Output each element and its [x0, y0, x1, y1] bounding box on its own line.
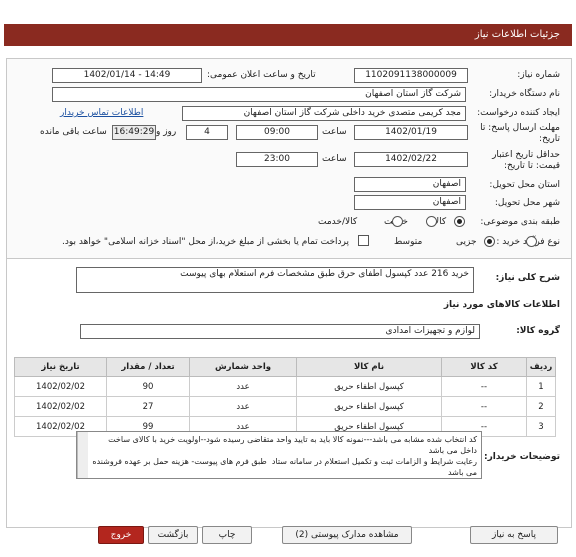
remaining-days-field: 4 [186, 125, 228, 140]
category-service-radio[interactable] [425, 216, 437, 227]
row-code: -- [441, 396, 527, 417]
need-summary-field: خرید 216 عدد کپسول اطفای حرق طبق مشخصات … [76, 267, 474, 293]
need-number-label: شماره نیاز: [517, 70, 560, 80]
treasury-payment-checkbox[interactable] [358, 235, 369, 246]
deadline-label: مهلت ارسال پاسخ: تا تاریخ: [480, 123, 560, 144]
announce-label: تاریخ و ساعت اعلان عمومی: [207, 70, 316, 80]
deadline-date-field: 1402/01/19 [354, 125, 468, 140]
col-index: ردیف [526, 357, 556, 377]
validity-date-field: 1402/02/22 [354, 152, 468, 167]
goods-info-title: اطلاعات کالاهای مورد نیاز [443, 300, 560, 310]
category-label: طبقه بندی موضوعی: [480, 217, 560, 227]
row-index: 1 [526, 376, 556, 397]
row-qty: 90 [106, 376, 190, 397]
treasury-payment-note: پرداخت تمام یا بخشی از مبلغ خرید،از محل … [62, 237, 350, 247]
validity-time-field: 23:00 [236, 152, 318, 167]
buyer-notes-text: کد انتخاب شده مشابه می باشد---نمونه کالا… [88, 432, 481, 478]
row-code: -- [441, 376, 527, 397]
page-header: جزئیات اطلاعات نیاز [4, 24, 572, 46]
row-date: 1402/02/02 [14, 376, 107, 397]
goods-group-label: گروه کالا: [516, 326, 560, 336]
days-label: روز و [156, 127, 177, 137]
exit-button[interactable]: خروج [98, 526, 144, 544]
view-attachments-button[interactable]: مشاهده مدارک پیوستی (2) [282, 526, 412, 544]
col-unit: واحد شمارش [189, 357, 297, 377]
col-date: تاریخ نیاز [14, 357, 107, 377]
process-partial-radio[interactable] [525, 236, 537, 247]
col-qty: تعداد / مقدار [106, 357, 190, 377]
table-row[interactable]: 2 -- کپسول اطفاء حریق عدد 27 1402/02/02 [14, 396, 556, 417]
buyer-notes-box: کد انتخاب شده مشابه می باشد---نمونه کالا… [76, 431, 482, 479]
creator-label: ایجاد کننده درخواست: [477, 108, 560, 118]
remaining-label: ساعت باقی مانده [40, 127, 107, 137]
table-row[interactable]: 1 -- کپسول اطفاء حریق عدد 90 1402/02/02 [14, 376, 556, 397]
remaining-time-field: 16:49:29 [112, 125, 156, 140]
deadline-time-field: 09:00 [236, 125, 318, 140]
process-medium-label: متوسط [394, 237, 423, 247]
page-title: جزئیات اطلاعات نیاز [474, 29, 560, 40]
back-button[interactable]: بازگشت [148, 526, 198, 544]
process-partial-label: جزیی [456, 237, 477, 247]
announce-field: 1402/01/14 - 14:49 [52, 68, 202, 83]
city-label: شهر محل تحویل: [494, 198, 560, 208]
buyer-contact-link[interactable]: اطلاعات تماس خریدار [60, 108, 143, 118]
validity-time-label: ساعت [322, 154, 347, 164]
print-button[interactable]: چاپ [202, 526, 252, 544]
table-header-row: ردیف کد کالا نام کالا واحد شمارش تعداد /… [14, 357, 556, 377]
goods-group-field: لوازم و تجهیزات امدادی [80, 324, 480, 339]
city-field: اصفهان [354, 195, 466, 210]
need-number-field: 1102091138000009 [354, 68, 468, 83]
category-goods-radio[interactable] [454, 216, 465, 227]
need-summary-label: شرح کلی نیاز: [495, 273, 560, 283]
col-code: کد کالا [441, 357, 527, 377]
row-index: 2 [526, 396, 556, 417]
province-label: استان محل تحویل: [489, 180, 560, 190]
category-both-label: کالا/خدمت [318, 217, 358, 227]
buyer-notes-label: توضیحات خریدار: [484, 452, 560, 462]
row-unit: عدد [189, 376, 297, 397]
row-date: 1402/02/02 [14, 396, 107, 417]
row-name: کپسول اطفاء حریق [296, 396, 442, 417]
category-both-radio[interactable] [391, 216, 403, 227]
notes-scrollbar[interactable] [77, 432, 88, 478]
row-index: 3 [526, 416, 556, 437]
goods-table: ردیف کد کالا نام کالا واحد شمارش تعداد /… [14, 357, 556, 437]
validity-label: حداقل تاریخ اعتبار قیمت: تا تاریخ: [492, 150, 560, 171]
creator-field: مجد کریمی متصدی خرید داخلی شرکت گاز استا… [182, 106, 466, 121]
col-name: نام کالا [296, 357, 442, 377]
reply-button[interactable]: پاسخ به نیاز [470, 526, 558, 544]
row-unit: عدد [189, 396, 297, 417]
buyer-label: نام دستگاه خریدار: [489, 89, 560, 99]
province-field: اصفهان [354, 177, 466, 192]
row-qty: 27 [106, 396, 190, 417]
process-medium-radio[interactable] [483, 236, 495, 247]
buyer-field: شرکت گاز استان اصفهان [52, 87, 466, 102]
deadline-time-label: ساعت [322, 127, 347, 137]
row-name: کپسول اطفاء حریق [296, 376, 442, 397]
